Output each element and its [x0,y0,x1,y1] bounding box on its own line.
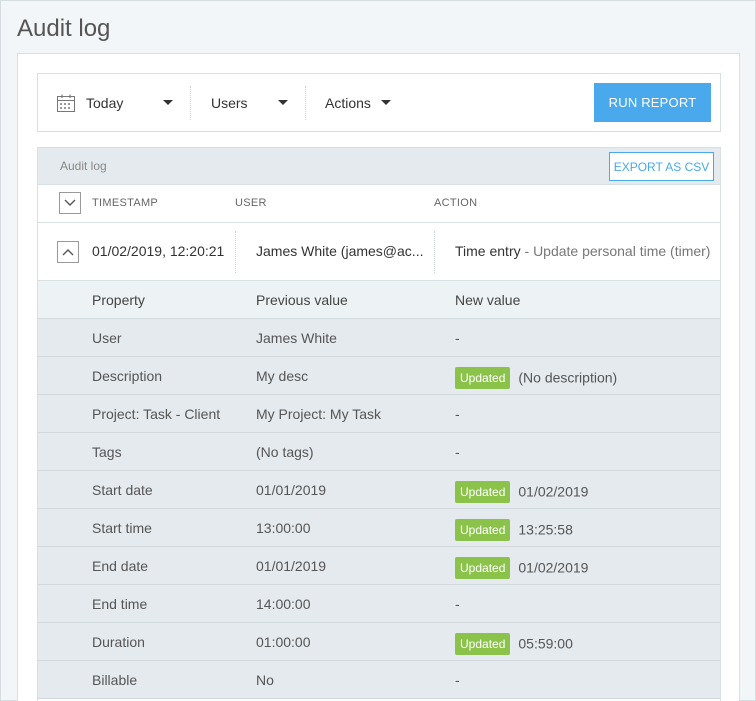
property-cell: Tags [92,444,122,460]
new-value-cell: - [455,672,460,688]
chevron-down-icon [380,100,391,105]
details-rows: User James White - Description My desc Updat… [38,319,720,699]
entry-timestamp: 01/02/2019, 12:20:21 [92,243,225,259]
previous-value-cell: My desc [256,368,309,384]
date-range-dropdown[interactable]: Today [56,74,174,131]
calendar-icon [57,94,75,112]
audit-log-header: Audit log EXPORT AS CSV [38,148,720,185]
property-cell: Project: Task - Client [92,406,221,422]
detail-row: Start date 01/01/2019 Updated 01/02/2019 [38,471,720,509]
detail-row: User James White - [38,319,720,357]
entry-action-type: Time entry [455,243,521,259]
new-value-text: - [455,596,460,612]
chevron-down-icon [163,100,174,105]
detail-row: Description My desc Updated (No description… [38,357,720,395]
detail-row: Project: Task - Client My Project: My Tas… [38,395,720,433]
actions-label: Actions [325,94,371,111]
previous-value-cell: 01:00:00 [256,634,311,650]
new-value-cell: - [455,406,460,422]
previous-value-cell: (No tags) [256,444,314,460]
collapse-all-toggle[interactable] [59,192,81,214]
entry-action: Time entry - Update personal time (timer… [455,243,710,259]
property-cell: Description [92,368,163,384]
audit-log-table: Audit log EXPORT AS CSV TIMESTAMP USER A… [37,147,721,701]
chevron-up-icon [62,249,74,256]
new-value-header: New value [455,292,521,308]
divider [190,86,191,120]
property-cell: Start date [92,482,153,498]
date-range-label: Today [86,94,124,111]
updated-badge: Updated [455,557,511,579]
previous-value-cell: 13:00:00 [256,520,311,536]
new-value-cell: Updated 01/02/2019 [455,481,589,504]
users-label: Users [211,94,248,111]
column-header-row: TIMESTAMP USER ACTION [38,185,720,223]
property-cell: User [92,330,122,346]
divider [434,231,435,273]
new-value-text: 01/02/2019 [518,483,589,500]
property-header: Property [92,292,145,308]
previous-value-cell: My Project: My Task [256,406,381,422]
chevron-down-icon [277,100,288,105]
audit-log-label: Audit log [60,159,107,173]
new-value-text: (No description) [518,369,618,386]
property-cell: Start time [92,520,152,536]
new-value-cell: Updated (No description) [455,367,618,390]
detail-row: Billable No - [38,661,720,699]
entry-action-detail: Update personal time (timer) [533,243,711,259]
new-value-cell: Updated 05:59:00 [455,633,573,656]
updated-badge: Updated [455,481,511,503]
property-cell: Billable [92,672,138,688]
previous-value-cell: 01/01/2019 [256,482,327,498]
previous-value-cell: No [256,672,274,688]
new-value-text: - [455,444,460,460]
entry-action-separator: - [520,243,534,259]
chevron-down-icon [64,199,76,206]
updated-badge: Updated [455,367,511,389]
export-csv-button[interactable]: EXPORT AS CSV [609,152,714,181]
previous-value-header: Previous value [256,292,348,308]
details-header-row: Property Previous value New value [38,281,720,319]
property-cell: End time [92,596,148,612]
users-dropdown[interactable]: Users [211,74,288,131]
new-value-cell: Updated 13:25:58 [455,519,573,542]
detail-row: Tags (No tags) - [38,433,720,471]
user-column-header[interactable]: USER [235,197,267,209]
updated-badge: Updated [455,633,511,655]
run-report-button[interactable]: RUN REPORT [594,83,711,122]
actions-dropdown[interactable]: Actions [325,74,391,131]
new-value-text: 13:25:58 [518,521,573,538]
page-title: Audit log [17,15,111,42]
new-value-text: 01/02/2019 [518,559,589,576]
previous-value-cell: James White [256,330,337,346]
entry-user: James White (james@ac... [256,243,424,259]
new-value-cell: - [455,330,460,346]
new-value-text: - [455,330,460,346]
expand-entry-toggle[interactable] [57,241,79,263]
detail-row: End time 14:00:00 - [38,585,720,623]
detail-row: End date 01/01/2019 Updated 01/02/2019 [38,547,720,585]
divider [235,231,236,273]
new-value-text: - [455,406,460,422]
new-value-text: - [455,672,460,688]
detail-row: Duration 01:00:00 Updated 05:59:00 [38,623,720,661]
report-card: Today Users Actions RUN REPORT Audit log… [17,53,740,701]
property-cell: End date [92,558,149,574]
previous-value-cell: 01/01/2019 [256,558,327,574]
property-cell: Duration [92,634,145,650]
action-column-header[interactable]: ACTION [434,197,477,209]
new-value-cell: - [455,596,460,612]
new-value-cell: - [455,444,460,460]
detail-row: Start time 13:00:00 Updated 13:25:58 [38,509,720,547]
updated-badge: Updated [455,519,511,541]
filter-bar: Today Users Actions RUN REPORT [37,73,721,132]
log-entry-row[interactable]: 01/02/2019, 12:20:21 James White (james@… [38,223,720,281]
previous-value-cell: 14:00:00 [256,596,311,612]
new-value-cell: Updated 01/02/2019 [455,557,589,580]
new-value-text: 05:59:00 [518,635,573,652]
timestamp-column-header[interactable]: TIMESTAMP [92,197,158,209]
divider [305,86,306,120]
